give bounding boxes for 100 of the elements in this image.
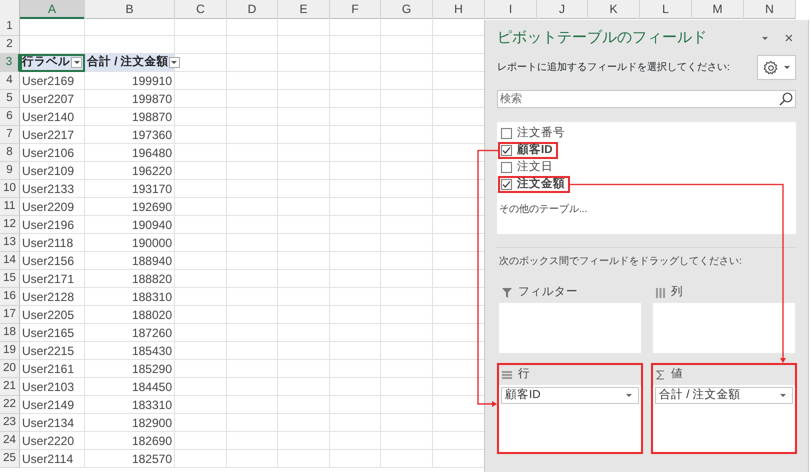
area-field-item[interactable]: 合計 / 注文金額 (655, 387, 793, 404)
sheet-cell[interactable] (330, 288, 381, 306)
row-header[interactable]: 17 (0, 306, 20, 324)
sheet-cell[interactable] (175, 270, 227, 288)
row-header[interactable]: 16 (0, 288, 20, 306)
sheet-cell[interactable] (381, 216, 433, 234)
sheet-cell[interactable] (381, 396, 433, 414)
column-header[interactable]: A (20, 0, 85, 19)
sheet-cell[interactable] (278, 180, 330, 198)
column-header[interactable]: C (175, 0, 227, 19)
sheet-cell[interactable] (278, 108, 330, 126)
sheet-cell[interactable] (278, 396, 330, 414)
sheet-cell[interactable] (330, 108, 381, 126)
row-header[interactable]: 18 (0, 324, 20, 342)
drop-zone[interactable]: 顧客ID (499, 385, 641, 452)
sheet-cell[interactable] (381, 18, 433, 36)
row-header[interactable]: 21 (0, 378, 20, 396)
sheet-cell[interactable] (227, 72, 278, 90)
sheet-cell[interactable] (175, 18, 227, 36)
sheet-cell[interactable] (278, 198, 330, 216)
column-header[interactable]: I (485, 0, 537, 19)
row-header[interactable]: 12 (0, 216, 20, 234)
select-all-corner[interactable] (0, 0, 20, 19)
sheet-cell[interactable] (381, 450, 433, 468)
sheet-cell[interactable] (175, 216, 227, 234)
sheet-cell[interactable] (175, 234, 227, 252)
sheet-cell[interactable] (278, 144, 330, 162)
field-checkbox[interactable]: 注文金額 (498, 176, 570, 193)
sheet-cell[interactable] (227, 378, 278, 396)
sheet-cell[interactable] (227, 18, 278, 36)
sheet-cell[interactable] (381, 108, 433, 126)
sheet-cell[interactable] (278, 90, 330, 108)
sheet-cell[interactable] (381, 234, 433, 252)
sheet-cell[interactable] (278, 378, 330, 396)
sheet-cell[interactable] (227, 342, 278, 360)
column-header[interactable]: M (692, 0, 744, 19)
sheet-cell[interactable] (278, 324, 330, 342)
sheet-cell[interactable] (227, 234, 278, 252)
column-header[interactable]: B (85, 0, 175, 19)
sheet-cell[interactable] (175, 360, 227, 378)
sheet-cell[interactable] (227, 360, 278, 378)
sheet-cell[interactable] (381, 180, 433, 198)
sheet-cell[interactable] (381, 126, 433, 144)
sheet-cell[interactable] (330, 72, 381, 90)
sheet-cell[interactable] (175, 108, 227, 126)
sheet-cell[interactable] (227, 216, 278, 234)
row-header[interactable]: 9 (0, 162, 20, 180)
sheet-cell[interactable] (175, 288, 227, 306)
field-checkbox[interactable]: 注文番号 (498, 125, 570, 142)
sheet-cell[interactable] (330, 252, 381, 270)
drop-zone[interactable] (499, 303, 641, 353)
drop-zone[interactable] (653, 303, 795, 353)
sheet-cell[interactable] (381, 414, 433, 432)
sheet-cell[interactable] (330, 180, 381, 198)
sheet-cell[interactable] (278, 36, 330, 54)
sheet-cell[interactable] (175, 54, 227, 72)
sheet-cell[interactable] (381, 324, 433, 342)
sheet-cell[interactable] (278, 306, 330, 324)
sheet-cell[interactable] (330, 36, 381, 54)
row-header[interactable]: 1 (0, 18, 20, 36)
sheet-cell[interactable] (278, 360, 330, 378)
sheet-cell[interactable] (175, 378, 227, 396)
sheet-cell[interactable] (175, 306, 227, 324)
sheet-cell[interactable] (381, 144, 433, 162)
sheet-cell[interactable] (330, 378, 381, 396)
close-button[interactable]: × (784, 30, 794, 46)
row-header[interactable]: 19 (0, 342, 20, 360)
row-header[interactable]: 25 (0, 450, 20, 468)
row-header[interactable]: 7 (0, 126, 20, 144)
sheet-cell[interactable] (278, 450, 330, 468)
sheet-cell[interactable] (278, 162, 330, 180)
sheet-cell[interactable] (227, 414, 278, 432)
column-header[interactable]: G (381, 0, 433, 19)
dropdown-caret-icon[interactable] (780, 394, 786, 397)
row-header[interactable]: 3 (0, 54, 20, 72)
row-header[interactable]: 8 (0, 144, 20, 162)
sheet-cell[interactable] (278, 216, 330, 234)
sheet-cell[interactable] (330, 450, 381, 468)
column-header[interactable]: E (278, 0, 330, 19)
field-checkbox[interactable]: 顧客ID (498, 142, 558, 159)
sheet-cell[interactable] (381, 162, 433, 180)
sheet-cell[interactable] (278, 126, 330, 144)
sheet-cell[interactable] (278, 288, 330, 306)
sheet-cell[interactable] (227, 108, 278, 126)
sheet-cell[interactable] (330, 90, 381, 108)
sheet-cell[interactable] (330, 216, 381, 234)
settings-button[interactable] (757, 55, 796, 80)
sheet-cell[interactable] (227, 144, 278, 162)
sheet-cell[interactable] (381, 72, 433, 90)
sheet-cell[interactable] (330, 432, 381, 450)
row-header[interactable]: 13 (0, 234, 20, 252)
row-header[interactable]: 6 (0, 108, 20, 126)
sheet-cell[interactable] (227, 396, 278, 414)
sheet-cell[interactable] (175, 36, 227, 54)
sheet-cell[interactable] (175, 162, 227, 180)
sheet-cell[interactable] (227, 288, 278, 306)
sheet-cell[interactable] (330, 162, 381, 180)
sheet-cell[interactable] (227, 198, 278, 216)
sheet-cell[interactable] (381, 252, 433, 270)
sheet-cell[interactable] (227, 54, 278, 72)
